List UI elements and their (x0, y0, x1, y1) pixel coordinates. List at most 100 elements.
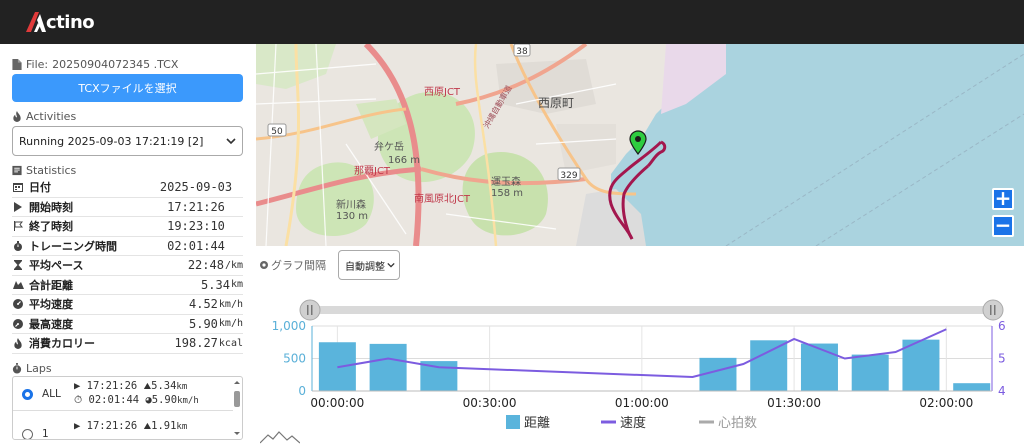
stat-row-distance: 合計距離 5.34 km (12, 276, 243, 295)
stat-row-max-speed: 最高速度 5.90 km/h (12, 315, 243, 334)
gear-icon (260, 261, 268, 269)
file-icon (12, 59, 22, 70)
chart-legend[interactable]: 距離 速度 心拍数 (506, 415, 757, 431)
graph-interval-label: グラフ間隔 (259, 257, 326, 273)
distance-bar (851, 354, 889, 391)
legend-item-speed[interactable]: 速度 (601, 415, 646, 431)
zoom-in-button[interactable]: + (992, 188, 1014, 210)
lap-name: ALL (42, 388, 61, 400)
stat-label: 日付 (29, 181, 51, 195)
top-bar: ctino (0, 0, 1024, 44)
route-icon (12, 279, 24, 291)
legend-item-heart-rate[interactable]: 心拍数 (699, 416, 757, 431)
gauge-icon (12, 298, 24, 310)
stat-value: 5.90 (189, 316, 218, 331)
lap-start: 17:21:26 (86, 380, 138, 392)
graph-interval-select[interactable]: 自動調整 (338, 250, 400, 280)
distance-bar (953, 383, 991, 391)
chart-grid (312, 325, 992, 392)
statistics-table: 日付 2025-09-03 開始時刻 17:21:26 終了時刻 19:23:1… (12, 178, 243, 354)
laps-list[interactable]: ALL ▶ 17:21:26 ⛰5.34km ⏱ 02:01:44 ◕5.90k… (12, 376, 243, 440)
route-shield-329: 329 (557, 167, 581, 181)
lap-row-1[interactable]: 1 ▶ 17:21:26 ⛰1.91km (13, 417, 233, 440)
document-icon (12, 165, 22, 176)
laps-scrollbar[interactable] (233, 379, 241, 437)
lap-start-line: ▶ 17:21:26 ⛰1.91km (74, 420, 188, 432)
lap-row-all[interactable]: ALL ▶ 17:21:26 ⛰5.34km ⏱ 02:01:44 ◕5.90k… (13, 377, 233, 411)
location-marker-icon[interactable] (629, 130, 647, 156)
map[interactable]: 38 329 50 西原町 西原JCT 那覇JCT 南風原北JCT 弁ケ岳 16… (256, 44, 1024, 246)
graph-interval-text: グラフ間隔 (271, 259, 326, 272)
map-label-shinkawa-elev: 130 m (336, 211, 368, 222)
stopwatch-icon (12, 240, 24, 252)
stat-unit: km/h (218, 318, 243, 330)
elevation-icon (260, 431, 300, 444)
laps-title: Laps (26, 362, 52, 375)
stat-value: 17:21:26 (167, 199, 225, 214)
x-tick-label: 01:00:00 (615, 396, 669, 410)
map-label-haebaru-jct: 南風原北JCT (414, 192, 471, 205)
stopwatch-icon: ⏱ (74, 394, 83, 406)
map-label-nishihara-jct: 西原JCT (424, 86, 461, 98)
stat-label: 合計距離 (29, 278, 73, 292)
chevron-down-icon (387, 262, 395, 268)
lap-duration-line: ⏱ 02:01:44 ◕5.90km/h (74, 394, 199, 407)
range-slider[interactable] (299, 299, 1004, 321)
statistics-header: Statistics (12, 164, 76, 177)
lap-start: 17:21:26 (86, 420, 138, 432)
flag-icon (12, 220, 24, 232)
route-icon: ⛰ (143, 382, 152, 392)
stat-row-duration: トレーニング時間 02:01:44 (12, 237, 243, 256)
calendar-icon (12, 181, 24, 193)
y-right-tick-label: 5 (998, 352, 1006, 366)
actino-logo[interactable]: ctino (26, 10, 95, 34)
range-slider-handle-left[interactable] (299, 299, 321, 321)
activities-header: Activities (12, 110, 76, 123)
select-tcx-button[interactable]: TCXファイルを選択 (12, 74, 243, 102)
svg-text:50: 50 (271, 127, 283, 137)
stat-row-avg-speed: 平均速度 4.52 km/h (12, 295, 243, 315)
zoom-out-button[interactable]: − (992, 215, 1014, 237)
stat-value: 198.27 (174, 336, 218, 351)
sidebar: File: 20250904072345 .TCX TCXファイルを選択 Act… (0, 44, 256, 447)
stat-value: 4.52 (189, 297, 218, 312)
distance-bar (369, 343, 407, 391)
play-icon (12, 201, 24, 213)
stat-label: 消費カロリー (29, 337, 95, 351)
stat-value: 5.34 (201, 277, 230, 292)
activity-select[interactable]: Running 2025-09-03 17:21:19 [2] (12, 126, 243, 156)
lap-distance-unit: km (176, 422, 188, 432)
x-tick-label: 01:30:00 (767, 396, 821, 410)
map-label-nishihara: 西原町 (538, 96, 574, 110)
range-slider-handle-right[interactable] (982, 299, 1004, 321)
logo-text: ctino (46, 11, 95, 33)
stat-row-calories: 消費カロリー 198.27 kcal (12, 334, 243, 354)
y-right-tick-label: 6 (998, 319, 1006, 333)
file-label: File: (26, 58, 49, 71)
lap-radio-selected[interactable] (22, 389, 33, 400)
map-label-uenodake: 弁ケ岳 (374, 140, 404, 153)
lap-distance-unit: km (176, 382, 188, 392)
map-label-untamamori-elev: 158 m (491, 188, 523, 199)
route-shield-50: 50 (267, 123, 287, 137)
route-icon: ⛰ (143, 422, 152, 432)
map-canvas[interactable]: 38 329 50 西原町 西原JCT 那覇JCT 南風原北JCT 弁ケ岳 16… (256, 44, 1024, 246)
lap-start-line: ▶ 17:21:26 ⛰5.34km (74, 380, 188, 392)
lap-radio[interactable] (22, 429, 33, 439)
stat-row-date: 日付 2025-09-03 (12, 178, 243, 198)
legend-label-heart-rate: 心拍数 (718, 416, 757, 431)
stat-label: 最高速度 (29, 317, 73, 331)
hourglass-icon (12, 259, 24, 271)
lap-name: 1 (42, 428, 49, 440)
legend-item-distance[interactable]: 距離 (506, 415, 550, 431)
distance-bar (800, 343, 838, 391)
chart: 0 500 1,000 4 5 6 00:00:00 00:30:00 01:00:00 01:3… (256, 290, 1024, 447)
legend-swatch-distance (506, 415, 520, 429)
legend-label-distance: 距離 (524, 416, 550, 431)
range-slider-track[interactable] (310, 306, 993, 314)
svg-text:329: 329 (560, 171, 577, 181)
map-label-naha-jct: 那覇JCT (354, 165, 391, 177)
speedometer-icon (12, 318, 24, 330)
y-left-tick-label: 500 (283, 352, 306, 366)
stopwatch-icon (12, 363, 22, 374)
